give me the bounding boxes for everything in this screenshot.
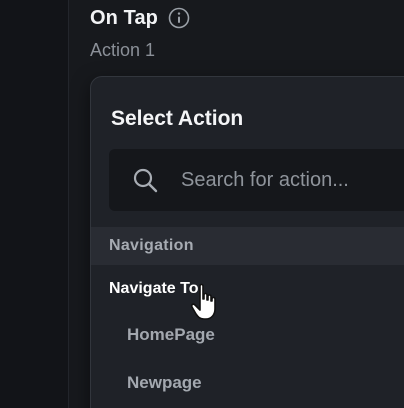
search-icon [131, 166, 159, 194]
on-tap-header: On Tap [90, 4, 190, 32]
list-item-label: HomePage [127, 325, 215, 344]
list-item-navigate-to[interactable]: Navigate To [91, 267, 404, 311]
search-box[interactable] [109, 149, 404, 211]
list-item-newpage[interactable]: Newpage [91, 361, 404, 405]
section-header-navigation: Navigation [91, 227, 404, 265]
list-item-label: Newpage [127, 373, 202, 392]
screen: On Tap Action 1 Select Action Navigation [0, 0, 404, 408]
left-sidebar [0, 0, 69, 408]
search-input[interactable] [179, 167, 404, 193]
list-item-homepage[interactable]: HomePage [91, 313, 404, 357]
select-action-dropdown: Select Action Navigation Navigate To Hom… [90, 76, 404, 408]
section-header-label: Navigation [109, 237, 194, 254]
action-label: Action 1 [90, 40, 156, 60]
dropdown-title: Select Action [111, 107, 244, 130]
info-icon[interactable] [168, 7, 190, 29]
on-tap-title: On Tap [90, 6, 159, 29]
list-item-label: Navigate To [109, 280, 199, 297]
hand-pointer-icon [190, 283, 216, 320]
